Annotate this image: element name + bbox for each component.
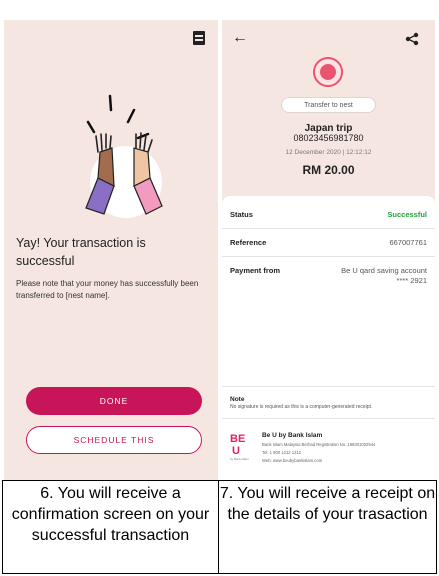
payment-from-account: **** 2921 [396,276,427,285]
svg-text:BE: BE [230,433,245,445]
bank-name: Be U by Bank Islam [262,432,323,439]
receipt-details-card: Status Successful Reference 667007761 Pa… [222,196,435,480]
status-value: Successful [387,210,427,219]
divider [222,386,435,387]
confirmation-screen: Yay! Your transaction is successful Plea… [4,20,218,480]
receipt-icon[interactable] [193,31,205,45]
account-number: 08023456981780 [293,133,364,143]
transaction-amount: RM 20.00 [302,163,355,177]
transaction-datetime: 12 December 2020 | 12:12:12 [285,149,372,156]
transfer-type-pill: Transfer to nest [281,97,376,113]
reference-label: Reference [230,238,267,247]
divider [222,228,435,229]
schedule-this-button[interactable]: SCHEDULE THIS [26,426,202,454]
caption-table: 6. You will receive a confirmation scree… [2,480,437,574]
payment-from-value: Be U qard saving account [341,266,427,275]
bank-web: Web: www.beubybankislam.com [262,458,323,463]
note-text: No signature is required as this is a co… [230,404,373,410]
nest-icon [313,57,343,87]
receipt-screen: ← Transfer to nest Japan trip 0802345698… [222,20,435,480]
divider [222,418,435,419]
svg-text:by Bank Islam: by Bank Islam [230,457,249,461]
bank-logo: BE U by Bank Islam [230,433,249,461]
bank-registration: Bank Islam Malaysia Berhad Registration … [262,442,376,447]
divider [222,256,435,257]
success-title: Yay! Your transaction is successful [16,236,146,268]
payment-from-label: Payment from [230,266,281,275]
success-note: Please note that your money has successf… [16,279,199,300]
bank-tel: Tel: 1 800 1212 1212 [262,450,302,455]
page: Yay! Your transaction is successful Plea… [0,0,439,576]
back-arrow-icon[interactable]: ← [232,30,248,46]
note-label: Note [230,396,245,403]
reference-value: 667007761 [389,238,427,247]
share-icon[interactable] [405,32,419,46]
status-label: Status [230,210,253,219]
done-button[interactable]: DONE [26,387,202,415]
svg-text:U: U [232,445,240,457]
high-five-illustration [85,94,163,218]
caption-left: 6. You will receive a confirmation scree… [3,481,219,573]
caption-right: 7. You will receive a receipt on the det… [219,485,436,523]
